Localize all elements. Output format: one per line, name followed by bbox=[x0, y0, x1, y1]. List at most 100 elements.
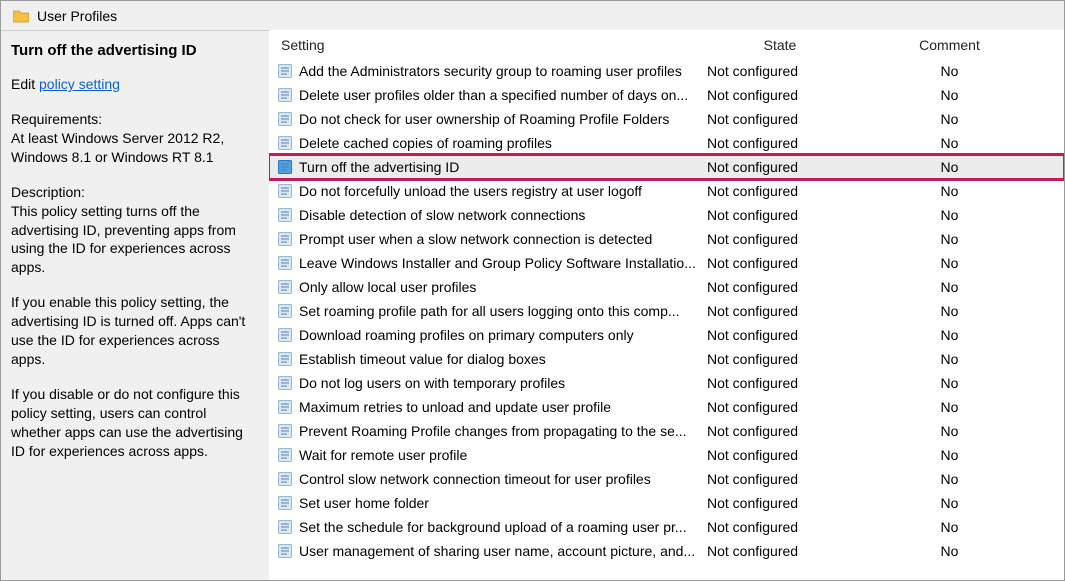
settings-list[interactable]: Add the Administrators security group to… bbox=[269, 59, 1064, 580]
setting-name: Wait for remote user profile bbox=[299, 447, 473, 463]
cell-comment: No bbox=[855, 135, 1064, 151]
cell-state: Not configured bbox=[705, 519, 855, 535]
cell-setting: Disable detection of slow network connec… bbox=[273, 207, 705, 223]
setting-name: Download roaming profiles on primary com… bbox=[299, 327, 640, 343]
table-row[interactable]: Do not forcefully unload the users regis… bbox=[269, 179, 1064, 203]
table-row[interactable]: Wait for remote user profileNot configur… bbox=[269, 443, 1064, 467]
table-row[interactable]: Control slow network connection timeout … bbox=[269, 467, 1064, 491]
table-row[interactable]: Do not check for user ownership of Roami… bbox=[269, 107, 1064, 131]
description-p2: If you enable this policy setting, the a… bbox=[11, 293, 257, 369]
setting-name: Turn off the advertising ID bbox=[299, 159, 465, 175]
cell-comment: No bbox=[855, 87, 1064, 103]
cell-state: Not configured bbox=[705, 183, 855, 199]
cell-comment: No bbox=[855, 495, 1064, 511]
policy-icon bbox=[277, 279, 293, 295]
cell-setting: Add the Administrators security group to… bbox=[273, 63, 705, 79]
table-row[interactable]: Add the Administrators security group to… bbox=[269, 59, 1064, 83]
table-row[interactable]: Only allow local user profiles Not config… bbox=[269, 275, 1064, 299]
cell-setting: Leave Windows Installer and Group Policy… bbox=[273, 255, 705, 271]
table-row[interactable]: Maximum retries to unload and update use… bbox=[269, 395, 1064, 419]
table-row[interactable]: Disable detection of slow network connec… bbox=[269, 203, 1064, 227]
cell-comment: No bbox=[855, 375, 1064, 391]
description-p1: This policy setting turns off the advert… bbox=[11, 202, 257, 278]
policy-icon bbox=[277, 303, 293, 319]
cell-setting: Set roaming profile path for all users l… bbox=[273, 303, 705, 319]
table-row[interactable]: Leave Windows Installer and Group Policy… bbox=[269, 251, 1064, 275]
policy-icon bbox=[277, 327, 293, 343]
policy-icon bbox=[277, 447, 293, 463]
col-state[interactable]: State bbox=[705, 37, 855, 53]
edit-policy-link[interactable]: policy setting bbox=[39, 76, 120, 92]
setting-name: User management of sharing user name, ac… bbox=[299, 543, 701, 559]
policy-icon bbox=[277, 231, 293, 247]
table-row[interactable]: Set user home folderNot configuredNo bbox=[269, 491, 1064, 515]
col-setting[interactable]: Setting bbox=[273, 37, 705, 53]
col-comment[interactable]: Comment bbox=[855, 37, 1064, 53]
setting-name: Do not forcefully unload the users regis… bbox=[299, 183, 648, 199]
cell-comment: No bbox=[855, 399, 1064, 415]
table-row[interactable]: Prevent Roaming Profile changes from pro… bbox=[269, 419, 1064, 443]
setting-name: Add the Administrators security group to… bbox=[299, 63, 688, 79]
policy-icon bbox=[277, 183, 293, 199]
cell-setting: Set the schedule for background upload o… bbox=[273, 519, 705, 535]
description-p3: If you disable or do not configure this … bbox=[11, 385, 257, 461]
column-headers[interactable]: Setting State Comment bbox=[269, 31, 1064, 59]
table-row[interactable]: Set roaming profile path for all users l… bbox=[269, 299, 1064, 323]
cell-comment: No bbox=[855, 519, 1064, 535]
cell-comment: No bbox=[855, 159, 1064, 175]
selected-policy-title: Turn off the advertising ID bbox=[11, 41, 257, 61]
policy-icon bbox=[277, 111, 293, 127]
table-row[interactable]: Prompt user when a slow network connecti… bbox=[269, 227, 1064, 251]
requirements-block: Requirements: At least Windows Server 20… bbox=[11, 110, 257, 167]
policy-icon bbox=[277, 207, 293, 223]
setting-name: Only allow local user profiles bbox=[299, 279, 482, 295]
policy-icon bbox=[277, 495, 293, 511]
cell-state: Not configured bbox=[705, 111, 855, 127]
cell-setting: Prompt user when a slow network connecti… bbox=[273, 231, 705, 247]
cell-setting: Delete cached copies of roaming profiles bbox=[273, 135, 705, 151]
table-row[interactable]: Establish timeout value for dialog boxes… bbox=[269, 347, 1064, 371]
cell-comment: No bbox=[855, 63, 1064, 79]
header-bar: User Profiles bbox=[1, 1, 1064, 31]
settings-pane: Setting State Comment Add the Administra… bbox=[269, 31, 1064, 580]
table-row[interactable]: Delete cached copies of roaming profiles… bbox=[269, 131, 1064, 155]
setting-name: Prompt user when a slow network connecti… bbox=[299, 231, 658, 247]
policy-icon bbox=[277, 399, 293, 415]
policy-icon bbox=[277, 543, 293, 559]
requirements-body: At least Windows Server 2012 R2, Windows… bbox=[11, 129, 257, 167]
cell-comment: No bbox=[855, 543, 1064, 559]
setting-name: Disable detection of slow network connec… bbox=[299, 207, 591, 223]
cell-setting: Turn off the advertising ID bbox=[273, 159, 705, 175]
cell-comment: No bbox=[855, 303, 1064, 319]
setting-name: Delete cached copies of roaming profiles bbox=[299, 135, 558, 151]
cell-setting: Download roaming profiles on primary com… bbox=[273, 327, 705, 343]
requirements-label: Requirements: bbox=[11, 110, 257, 129]
cell-comment: No bbox=[855, 207, 1064, 223]
folder-icon bbox=[13, 9, 29, 23]
cell-state: Not configured bbox=[705, 399, 855, 415]
table-row[interactable]: User management of sharing user name, ac… bbox=[269, 539, 1064, 563]
setting-name: Delete user profiles older than a specif… bbox=[299, 87, 694, 103]
cell-setting: Do not check for user ownership of Roami… bbox=[273, 111, 705, 127]
cell-setting: Set user home folder bbox=[273, 495, 705, 511]
table-row[interactable]: Delete user profiles older than a specif… bbox=[269, 83, 1064, 107]
cell-state: Not configured bbox=[705, 423, 855, 439]
policy-icon bbox=[277, 135, 293, 151]
setting-name: Leave Windows Installer and Group Policy… bbox=[299, 255, 702, 271]
cell-setting: Prevent Roaming Profile changes from pro… bbox=[273, 423, 705, 439]
table-row[interactable]: Do not log users on with temporary profi… bbox=[269, 371, 1064, 395]
cell-setting: Do not log users on with temporary profi… bbox=[273, 375, 705, 391]
cell-state: Not configured bbox=[705, 135, 855, 151]
cell-state: Not configured bbox=[705, 279, 855, 295]
policy-icon bbox=[277, 159, 293, 175]
edit-line: Edit policy setting bbox=[11, 75, 257, 94]
cell-comment: No bbox=[855, 423, 1064, 439]
policy-icon bbox=[277, 87, 293, 103]
table-row[interactable]: Download roaming profiles on primary com… bbox=[269, 323, 1064, 347]
cell-state: Not configured bbox=[705, 231, 855, 247]
cell-setting: Do not forcefully unload the users regis… bbox=[273, 183, 705, 199]
table-row[interactable]: Turn off the advertising IDNot configure… bbox=[269, 155, 1064, 179]
table-row[interactable]: Set the schedule for background upload o… bbox=[269, 515, 1064, 539]
cell-setting: User management of sharing user name, ac… bbox=[273, 543, 705, 559]
cell-comment: No bbox=[855, 231, 1064, 247]
